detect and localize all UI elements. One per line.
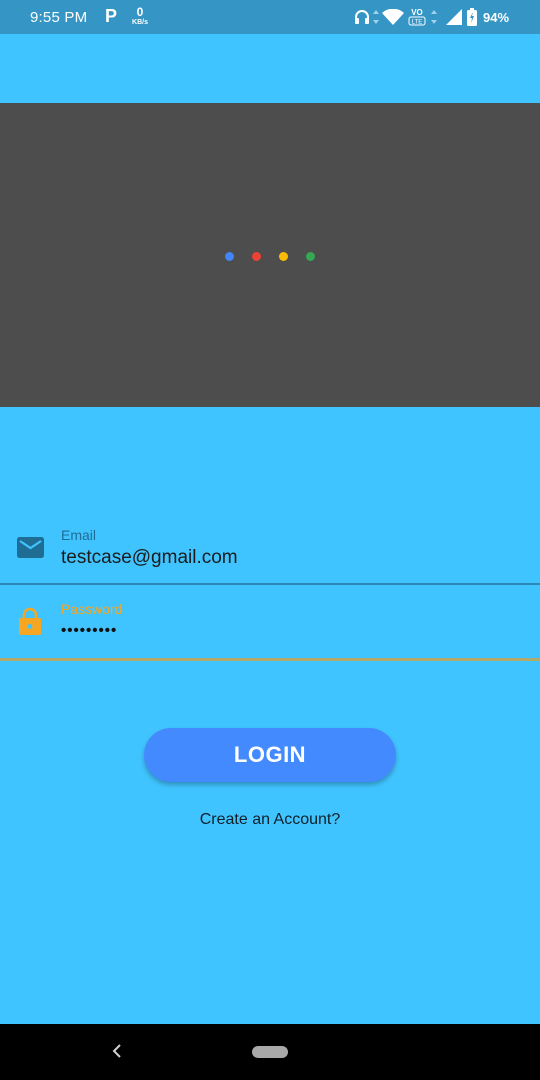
signal-icon	[446, 9, 462, 25]
create-account-link[interactable]: Create an Account?	[0, 811, 540, 829]
volte-icon: VO LTE	[408, 8, 426, 26]
login-button[interactable]: LOGIN	[144, 728, 396, 782]
net-speed-value: 0	[136, 5, 144, 19]
net-speed-unit: KB/s	[132, 19, 148, 26]
loading-dot-2	[252, 252, 261, 261]
status-time: 9:55 PM	[30, 9, 88, 26]
p-icon: P	[105, 6, 118, 26]
password-underline	[0, 658, 540, 661]
password-input[interactable]: •••••••••	[61, 622, 117, 639]
email-underline	[0, 583, 540, 585]
wifi-icon	[382, 9, 404, 25]
back-icon[interactable]	[108, 1041, 128, 1061]
status-bar: 9:55 PM P 0 KB/s VO LTE 94%	[0, 0, 540, 34]
home-pill-icon[interactable]	[252, 1046, 288, 1058]
battery-percent: 94%	[483, 10, 510, 25]
battery-icon	[467, 8, 477, 26]
email-input[interactable]: testcase@gmail.com	[61, 547, 238, 569]
lock-icon	[19, 607, 41, 635]
password-label: Password	[61, 601, 123, 617]
data-arrows-icon	[373, 10, 379, 24]
data-arrows-icon-2	[431, 10, 437, 24]
headphones-icon	[355, 10, 369, 24]
loading-dot-1	[225, 252, 234, 261]
mail-icon	[17, 537, 44, 558]
webview-container	[0, 103, 540, 407]
email-label: Email	[61, 527, 97, 543]
svg-text:VO: VO	[411, 8, 423, 17]
loading-dot-3	[279, 252, 288, 261]
navigation-bar	[0, 1024, 540, 1080]
svg-text:LTE: LTE	[412, 20, 423, 26]
net-speed: 0 KB/s	[130, 6, 150, 26]
loading-dot-4	[306, 252, 315, 261]
